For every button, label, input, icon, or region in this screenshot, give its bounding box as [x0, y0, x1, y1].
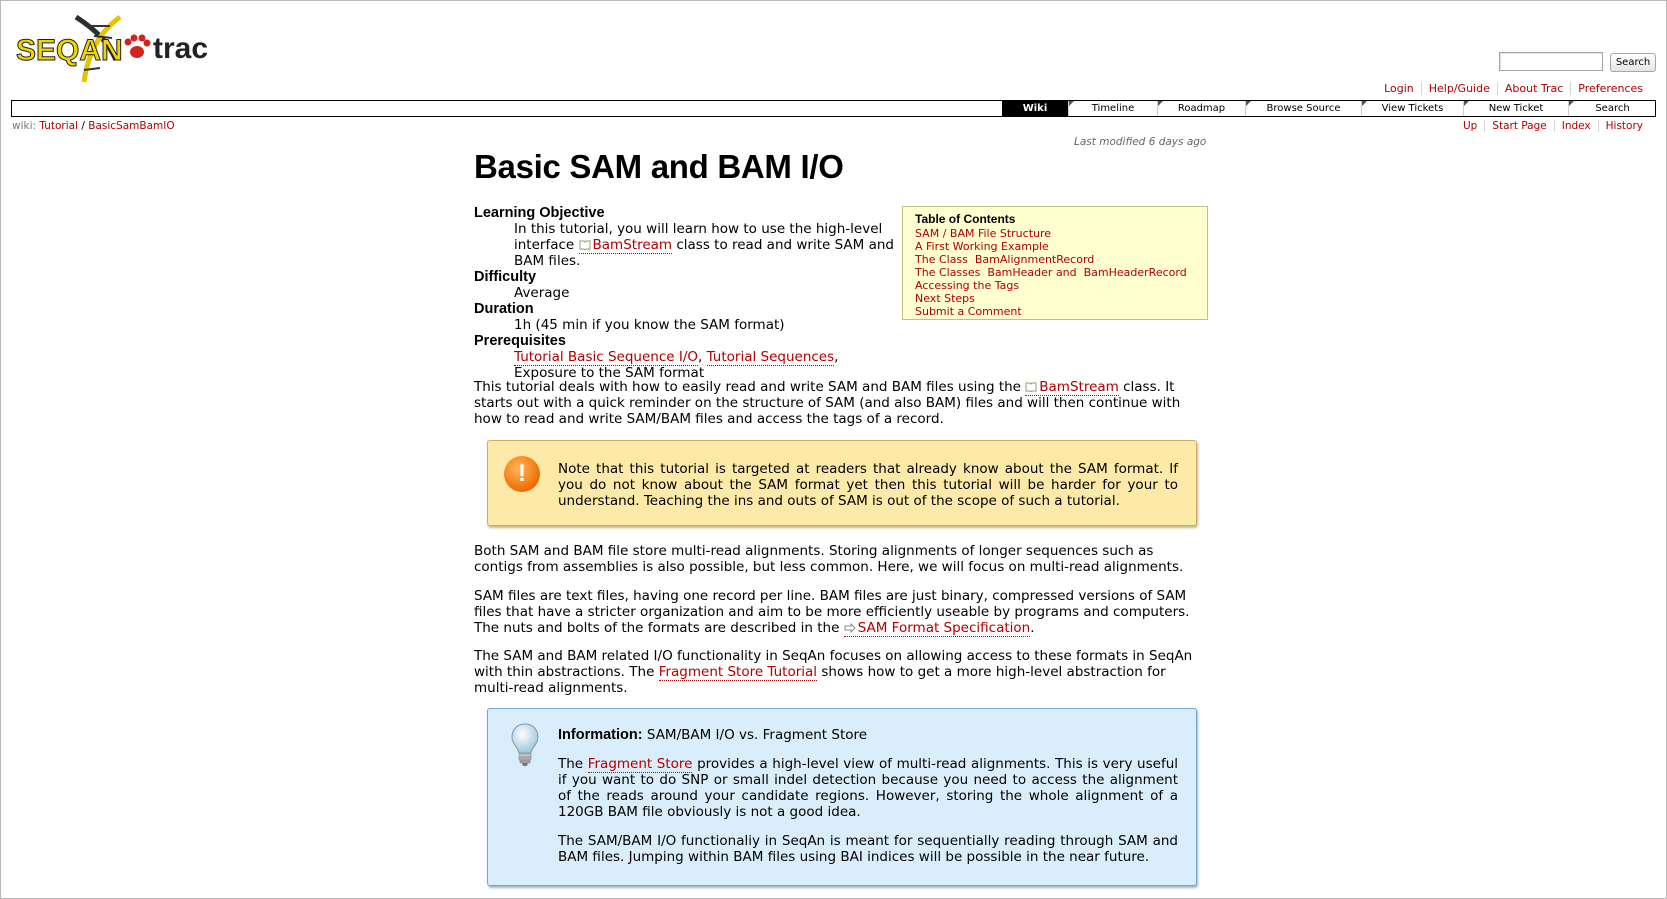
breadcrumb-tutorial[interactable]: Tutorial — [39, 120, 78, 132]
index-link[interactable]: Index — [1553, 120, 1598, 132]
bamstream-link[interactable]: BamStream — [578, 237, 673, 254]
information-title: Information: SAM/BAM I/O vs. Fragment St… — [558, 727, 1178, 743]
paragraph-multi-read: Both SAM and BAM file store multi-read a… — [474, 543, 1184, 575]
learning-objective-term: Learning Objective — [474, 205, 605, 221]
paw-icon — [124, 34, 151, 58]
bamstream-link-intro[interactable]: BamStream — [1025, 379, 1119, 396]
tab-search[interactable]: Search — [1568, 101, 1656, 116]
start-page-link[interactable]: Start Page — [1484, 120, 1553, 132]
information-heading: SAM/BAM I/O vs. Fragment Store — [646, 727, 868, 743]
breadcrumb-separator: / — [81, 120, 85, 132]
toc-item[interactable]: The Classes BamHeader and BamHeaderRecor… — [915, 266, 1207, 279]
lightbulb-icon — [511, 723, 539, 766]
tutorial-definitions: Learning Objective In this tutorial, you… — [474, 205, 894, 381]
tab-new-ticket[interactable]: New Ticket — [1463, 101, 1568, 116]
information-box: Information: SAM/BAM I/O vs. Fragment St… — [487, 708, 1197, 886]
toc-item[interactable]: Submit a Comment — [915, 305, 1207, 318]
learning-objective-value: In this tutorial, you will learn how to … — [474, 221, 894, 269]
intro-text: This tutorial deals with how to easily r… — [474, 379, 1021, 395]
toc-item[interactable]: Accessing the Tags — [915, 279, 1207, 292]
tab-wiki[interactable]: Wiki — [1002, 101, 1068, 116]
tutorial-basic-sequence-io-link[interactable]: Tutorial Basic Sequence I/O — [514, 349, 698, 366]
prerequisites-value: Tutorial Basic Sequence I/O, Tutorial Se… — [474, 349, 894, 381]
toc-item[interactable]: The Class BamAlignmentRecord — [915, 253, 1207, 266]
prerequisites-term: Prerequisites — [474, 333, 566, 349]
information-paragraph-2: The SAM/BAM I/O functionaliy in SeqAn is… — [558, 833, 1178, 865]
information-paragraph-1: The Fragment Store provides a high-level… — [558, 756, 1178, 820]
context-nav: Up Start Page Index History — [1456, 120, 1650, 132]
tab-roadmap[interactable]: Roadmap — [1157, 101, 1245, 116]
toc-item[interactable]: SAM / BAM File Structure — [915, 227, 1207, 240]
last-modified: Last modified 6 days ago — [1074, 136, 1207, 148]
search-input[interactable] — [1499, 52, 1603, 71]
up-link[interactable]: Up — [1456, 120, 1484, 132]
table-of-contents: Table of Contents SAM / BAM File Structu… — [902, 206, 1208, 320]
toc-item[interactable]: A First Working Example — [915, 240, 1207, 253]
prereq-separator: , — [698, 349, 703, 365]
para2-text: SAM files are text files, having one rec… — [474, 588, 1190, 636]
seqan-trac-logo[interactable]: SEQAN trac — [16, 12, 226, 84]
paragraph-io-functionality: The SAM and BAM related I/O functionalit… — [474, 648, 1204, 696]
tutorial-sequences-link[interactable]: Tutorial Sequences — [706, 349, 835, 366]
sam-format-spec-label: SAM Format Specification — [857, 620, 1031, 636]
warning-text: Note that this tutorial is targeted at r… — [558, 461, 1178, 509]
book-icon — [579, 240, 591, 250]
tab-view-tickets[interactable]: View Tickets — [1361, 101, 1463, 116]
difficulty-value: Average — [514, 285, 570, 301]
about-trac-link[interactable]: About Trac — [1496, 82, 1570, 95]
warning-box: ! Note that this tutorial is targeted at… — [487, 440, 1197, 526]
paragraph-sam-files: SAM files are text files, having one rec… — [474, 588, 1204, 637]
login-link[interactable]: Login — [1377, 82, 1421, 95]
exclamation-icon: ! — [504, 456, 540, 492]
toc-title: Table of Contents — [915, 212, 1016, 226]
bamstream-link-intro-label: BamStream — [1039, 379, 1119, 395]
sam-format-spec-link[interactable]: SAM Format Specification — [843, 620, 1031, 637]
meta-nav: Login Help/Guide About Trac Preferences — [1377, 82, 1650, 95]
external-link-icon — [844, 623, 856, 633]
book-icon — [1025, 382, 1037, 392]
fragment-store-tutorial-link[interactable]: Fragment Store Tutorial — [658, 664, 818, 681]
breadcrumb-basicsambamio[interactable]: BasicSamBamIO — [88, 120, 174, 132]
tab-browse-source[interactable]: Browse Source — [1245, 101, 1361, 116]
breadcrumb-prefix: wiki: — [12, 120, 37, 132]
logo-trac-text: trac — [153, 32, 208, 65]
breadcrumb: wiki: Tutorial / BasicSamBamIO — [12, 120, 175, 132]
intro-paragraph: This tutorial deals with how to easily r… — [474, 379, 1204, 427]
main-nav: Wiki Timeline Roadmap Browse Source View… — [11, 100, 1656, 117]
duration-value: 1h (45 min if you know the SAM format) — [514, 317, 785, 333]
page-title: Basic SAM and BAM I/O — [474, 148, 844, 185]
information-label: Information: — [558, 727, 643, 743]
info-p1-text: The — [558, 756, 584, 772]
fragment-store-link[interactable]: Fragment Store — [587, 756, 693, 773]
difficulty-term: Difficulty — [474, 269, 537, 285]
toc-item[interactable]: Next Steps — [915, 292, 1207, 305]
tab-timeline[interactable]: Timeline — [1068, 101, 1157, 116]
search-button[interactable]: Search — [1610, 53, 1656, 72]
duration-term: Duration — [474, 301, 534, 317]
history-link[interactable]: History — [1597, 120, 1650, 132]
bamstream-link-label: BamStream — [592, 237, 673, 253]
help-guide-link[interactable]: Help/Guide — [1420, 82, 1497, 95]
information-body: Information: SAM/BAM I/O vs. Fragment St… — [558, 727, 1178, 865]
preferences-link[interactable]: Preferences — [1570, 82, 1650, 95]
logo-seqan-text: SEQAN — [16, 34, 123, 67]
para2-period: . — [1030, 620, 1035, 636]
